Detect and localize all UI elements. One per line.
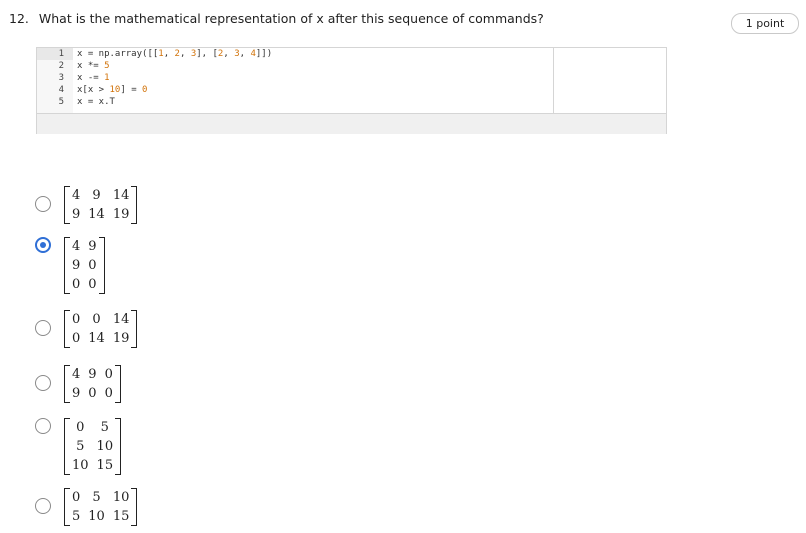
matrix-cell: 9 (72, 386, 81, 401)
radio-button[interactable] (35, 196, 51, 212)
matrix-cell: 4 (72, 367, 81, 382)
line-number: 2 (58, 61, 64, 71)
radio-button-checked[interactable] (35, 237, 51, 253)
question-header: 12. What is the mathematical representat… (9, 11, 544, 26)
radio-button[interactable] (35, 375, 51, 391)
matrix-cell: 9 (72, 207, 81, 222)
matrix-cell: 5 (100, 420, 109, 435)
matrix-cell: 5 (92, 490, 101, 505)
code-output-pane (553, 48, 666, 113)
matrix-cell: 9 (88, 367, 97, 382)
line-number: 3 (58, 73, 64, 83)
matrix-cell: 10 (96, 439, 114, 454)
matrix-cell: 0 (92, 312, 101, 327)
radio-button[interactable] (35, 418, 51, 434)
code-lines: x = np.array([[1, 2, 3], [2, 3, 4]]) x *=… (77, 48, 272, 108)
matrix-cell: 9 (88, 239, 97, 254)
matrix-cell: 0 (104, 367, 113, 382)
code-line: x *= 5 (77, 61, 110, 71)
matrix-cell: 5 (76, 439, 85, 454)
matrix-cell: 14 (112, 188, 130, 203)
matrix-cell: 19 (112, 207, 130, 222)
matrix: 4 9 14 9 14 19 (64, 186, 138, 224)
code-status-bar (37, 113, 666, 134)
matrix-cell: 14 (112, 312, 130, 327)
matrix: 499000 (64, 237, 105, 294)
points-badge: 1 point (731, 13, 799, 34)
matrix-cell: 0 (72, 312, 81, 327)
question-text: What is the mathematical representation … (38, 11, 544, 26)
matrix-cell: 0 (72, 490, 81, 505)
matrix-cell: 10 (72, 458, 89, 473)
matrix-cell: 0 (72, 331, 81, 346)
line-number: 5 (58, 97, 64, 107)
code-line: x -= 1 (77, 73, 110, 83)
matrix-cell: 0 (88, 258, 97, 273)
matrix-cell: 10 (88, 509, 105, 524)
matrix-cell: 4 (72, 188, 81, 203)
matrix-cell: 9 (72, 258, 81, 273)
code-line: x[x > 10] = 0 (77, 85, 148, 95)
radio-button[interactable] (35, 320, 51, 336)
code-line: x = np.array([[1, 2, 3], [2, 3, 4]]) (77, 49, 273, 59)
matrix-cell: 15 (96, 458, 114, 473)
matrix-cell: 19 (112, 331, 130, 346)
line-number: 4 (58, 85, 64, 95)
matrix-cell: 0 (104, 386, 113, 401)
matrix-cell: 14 (88, 331, 105, 346)
matrix-cell: 0 (88, 386, 97, 401)
matrix: 0 0 14 0 14 19 (64, 310, 138, 348)
matrix-cell: 0 (88, 277, 97, 292)
radio-button[interactable] (35, 498, 51, 514)
matrix-cell: 14 (88, 207, 105, 222)
matrix-cell: 9 (92, 188, 101, 203)
code-editor: 12 3 4 5 x = np.array([[1, 2, 3], [2, 3, 4]… (37, 48, 553, 113)
matrix: 0 5 10 5 10 15 (64, 488, 138, 526)
code-block: 12 3 4 5 x = np.array([[1, 2, 3], [2, 3, 4]… (36, 47, 667, 134)
matrix: 0 5 5 10 10 15 (64, 418, 122, 475)
matrix-cell: 0 (76, 420, 85, 435)
line-number: 1 (37, 48, 73, 60)
matrix: 490900 (64, 365, 121, 403)
matrix-cell: 15 (112, 509, 130, 524)
matrix-cell: 10 (112, 490, 130, 505)
matrix-cell: 5 (72, 509, 81, 524)
code-line: x = x.T (77, 97, 115, 107)
question-number: 12. (9, 11, 29, 26)
line-number-gutter: 12 3 4 5 (37, 48, 73, 113)
matrix-cell: 4 (72, 239, 81, 254)
matrix-cell: 0 (72, 277, 81, 292)
